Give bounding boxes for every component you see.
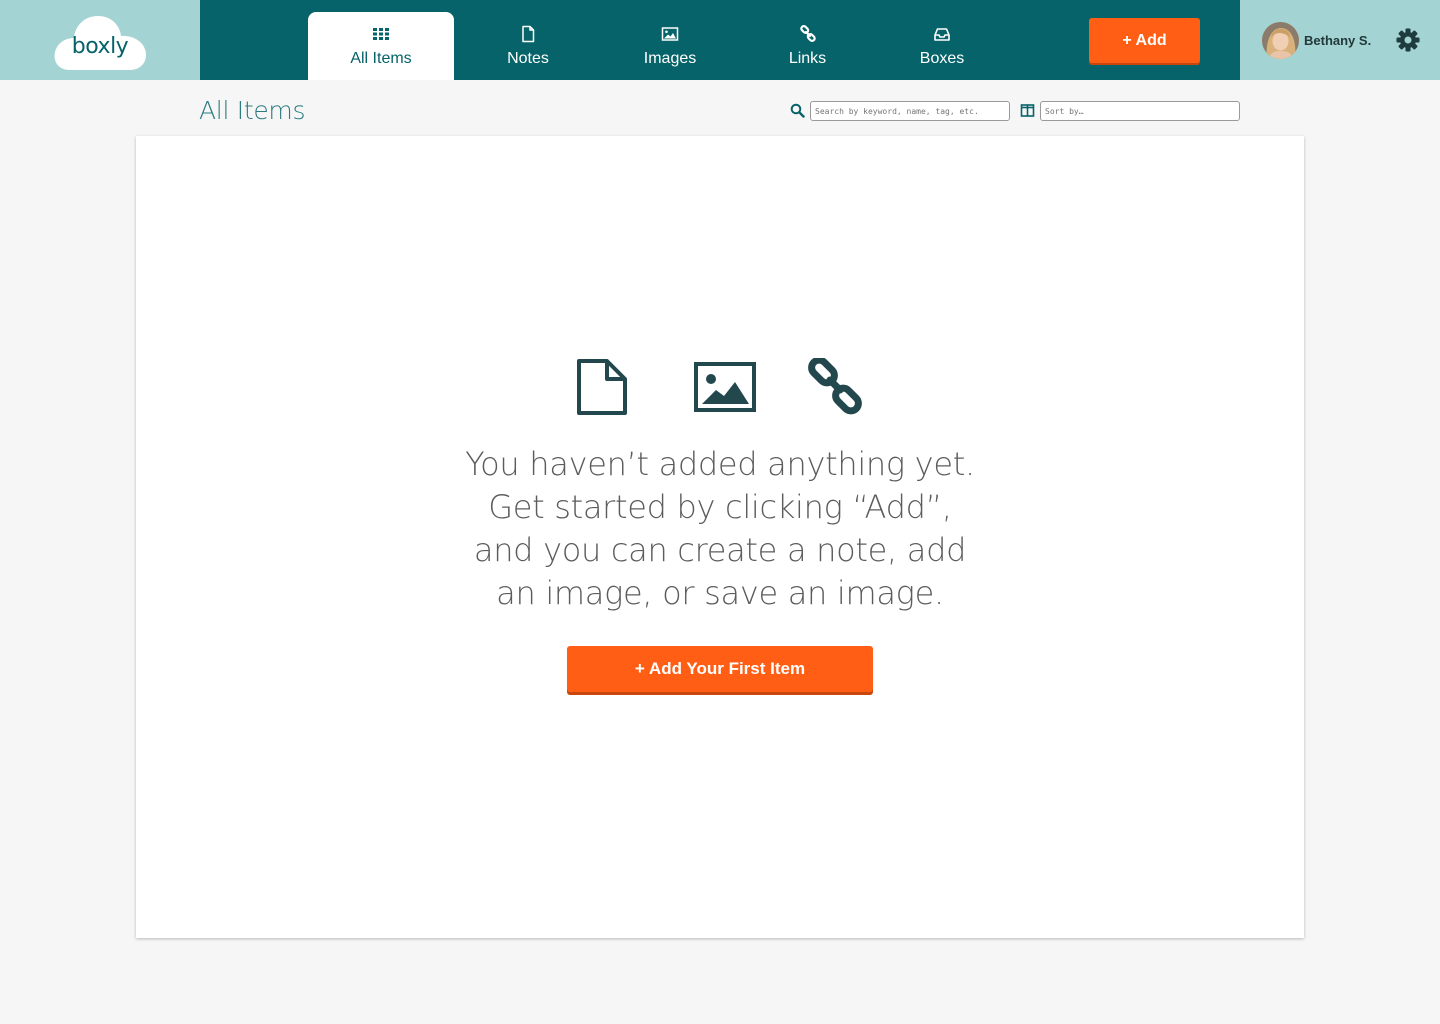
grid-icon <box>373 28 389 40</box>
user-area: Bethany S. <box>1240 0 1440 80</box>
columns-icon[interactable] <box>1020 103 1035 118</box>
tab-links[interactable]: Links <box>740 12 875 80</box>
empty-state-message: You haven’t added anything yet. Get star… <box>420 443 1020 615</box>
empty-message-line: an image, or save an image. <box>496 574 944 612</box>
brand-area: boxly <box>0 0 200 80</box>
boxly-logo[interactable]: boxly <box>50 6 150 74</box>
page-title: All Items <box>199 96 306 125</box>
empty-message-line: and you can create a note, add <box>473 531 967 569</box>
tab-label: All Items <box>350 50 412 67</box>
tab-label: Boxes <box>919 50 965 67</box>
top-navbar: boxly All Items Notes Images Links Boxes… <box>0 0 1440 80</box>
tab-label: Links <box>788 50 827 67</box>
add-first-item-button[interactable]: + Add Your First Item <box>567 646 873 692</box>
items-panel: You haven’t added anything yet. Get star… <box>136 136 1304 938</box>
tab-boxes[interactable]: Boxes <box>872 12 1012 80</box>
sort-input[interactable] <box>1040 101 1240 121</box>
tab-label: Images <box>643 50 697 67</box>
user-avatar[interactable] <box>1262 22 1299 59</box>
avatar-photo-icon <box>1262 22 1299 59</box>
search-input[interactable] <box>810 101 1010 121</box>
tab-notes[interactable]: Notes <box>458 12 598 80</box>
gear-icon[interactable] <box>1395 27 1421 53</box>
logo-wordmark: boxly <box>71 34 129 59</box>
link-icon <box>808 358 862 415</box>
main-nav: All Items Notes Images Links Boxes + Add <box>200 0 1240 80</box>
tab-all-items[interactable]: All Items <box>308 12 454 80</box>
note-icon <box>577 359 627 415</box>
tab-images[interactable]: Images <box>600 12 740 80</box>
inbox-icon <box>934 28 950 41</box>
search-icon[interactable] <box>790 103 805 118</box>
empty-state-icons <box>576 358 866 418</box>
image-icon <box>694 362 756 412</box>
empty-message-line: Get started by clicking “Add”, <box>488 488 952 526</box>
user-name[interactable]: Bethany S. <box>1304 33 1371 48</box>
link-icon <box>799 25 816 42</box>
note-icon <box>522 25 535 43</box>
empty-message-line: You haven’t added anything yet. <box>465 445 975 483</box>
add-button[interactable]: + Add <box>1089 18 1200 63</box>
image-icon <box>661 27 679 41</box>
tab-label: Notes <box>507 50 549 67</box>
